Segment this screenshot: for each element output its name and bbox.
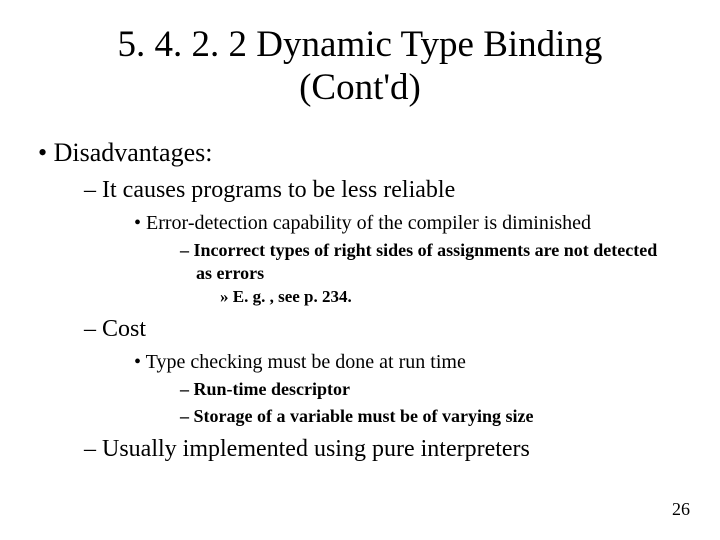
bullet-less-reliable: It causes programs to be less reliable [0,176,720,205]
bullet-runtime-descriptor: Run-time descriptor [0,378,720,401]
content-outline: Disadvantages: It causes programs to be … [0,137,720,464]
slide: 5. 4. 2. 2 Dynamic Type Binding (Cont'd)… [0,0,720,540]
bullet-disadvantages: Disadvantages: [0,137,720,168]
bullet-cost: Cost [0,315,720,344]
bullet-example-ref: E. g. , see p. 234. [0,287,720,307]
bullet-runtime-typecheck: Type checking must be done at run time [0,350,720,374]
slide-title: 5. 4. 2. 2 Dynamic Type Binding (Cont'd) [0,0,720,127]
page-number: 26 [672,499,690,520]
title-line-2: (Cont'd) [299,67,421,108]
title-line-1: 5. 4. 2. 2 Dynamic Type Binding [118,24,603,65]
bullet-varying-storage: Storage of a variable must be of varying… [0,405,720,428]
bullet-pure-interpreters: Usually implemented using pure interpret… [0,435,720,464]
bullet-incorrect-types: Incorrect types of right sides of assign… [0,239,720,284]
bullet-error-detection: Error-detection capability of the compil… [0,211,720,235]
